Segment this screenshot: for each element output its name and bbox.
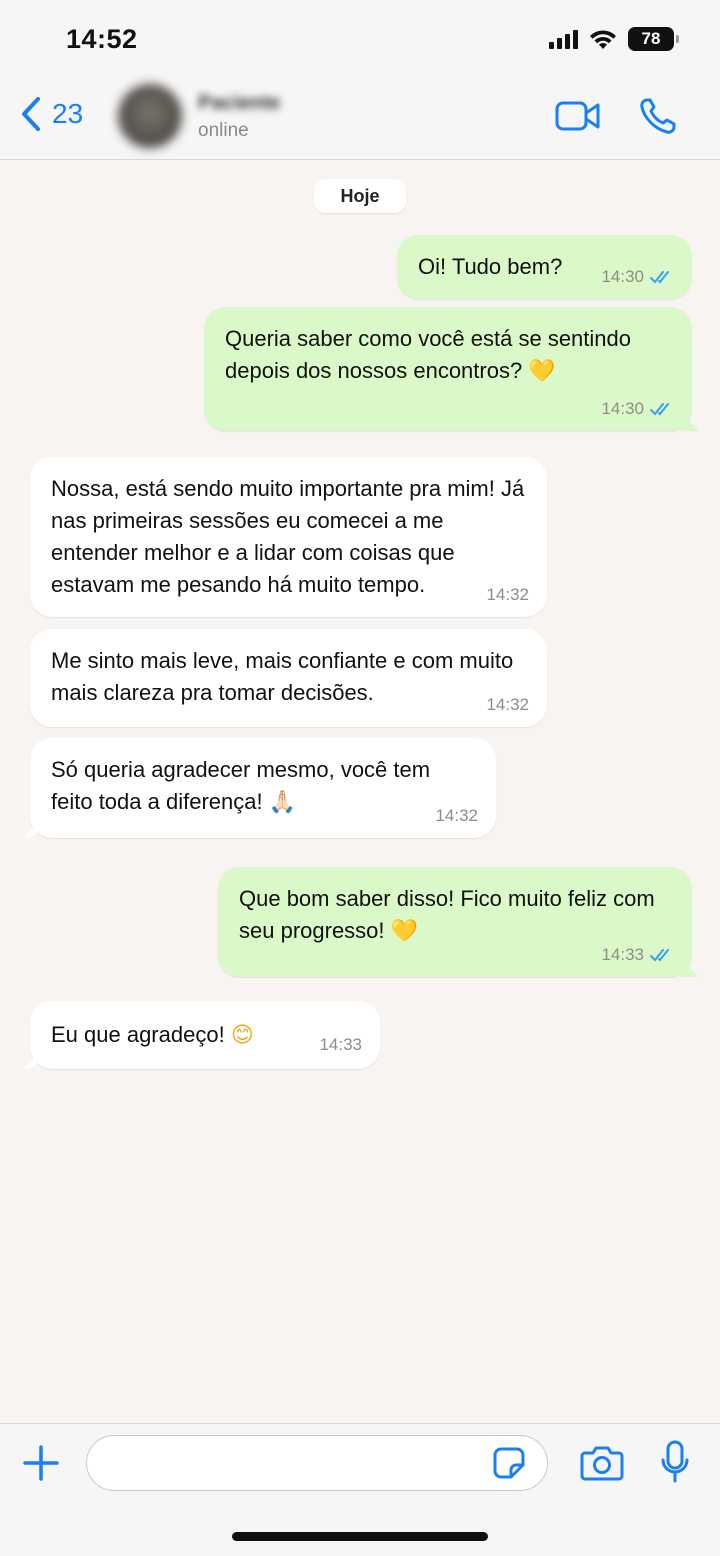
contact-name[interactable]: Paciente bbox=[198, 92, 280, 115]
message-text: Que bom saber disso! Fico muito feliz co… bbox=[239, 886, 655, 943]
date-separator: Hoje bbox=[314, 179, 406, 213]
message-time: 14:33 bbox=[601, 945, 644, 964]
message-meta: 14:30 bbox=[601, 267, 674, 287]
avatar[interactable] bbox=[118, 84, 182, 148]
home-indicator[interactable] bbox=[232, 1532, 488, 1541]
battery-icon: 78 bbox=[628, 27, 679, 51]
message-text: Eu que agradeço! bbox=[51, 1022, 225, 1047]
message-bubble-outgoing[interactable]: Oi! Tudo bem? 14:30 bbox=[397, 235, 692, 299]
message-text: Nossa, está sendo muito importante pra m… bbox=[51, 476, 525, 597]
message-bubble-outgoing[interactable]: Que bom saber disso! Fico muito feliz co… bbox=[218, 867, 692, 977]
read-receipt-icon bbox=[650, 271, 669, 284]
folded-hands-emoji: 🙏🏻 bbox=[268, 790, 297, 815]
message-time: 14:32 bbox=[435, 806, 478, 825]
message-meta: 14:33 bbox=[601, 945, 674, 965]
sticker-icon[interactable] bbox=[492, 1446, 526, 1480]
back-button[interactable]: 23 bbox=[20, 96, 83, 132]
camera-icon[interactable] bbox=[580, 1445, 624, 1481]
wifi-icon bbox=[590, 30, 616, 49]
plus-icon[interactable] bbox=[22, 1444, 60, 1482]
message-time: 14:32 bbox=[486, 695, 529, 714]
message-meta: 14:33 bbox=[319, 1035, 362, 1055]
status-time: 14:52 bbox=[66, 24, 138, 54]
microphone-icon[interactable] bbox=[660, 1440, 690, 1484]
chat-area[interactable]: Hoje Oi! Tudo bem? 14:30 Queria saber co… bbox=[0, 161, 720, 1423]
message-input[interactable] bbox=[86, 1435, 548, 1491]
read-receipt-icon bbox=[650, 403, 669, 416]
chevron-left-icon bbox=[22, 97, 40, 131]
message-bubble-incoming[interactable]: Eu que agradeço! 😊 14:33 bbox=[30, 1001, 380, 1069]
message-text: Queria saber como você está se sentindo … bbox=[225, 326, 632, 383]
cellular-signal-icon bbox=[549, 29, 578, 49]
message-meta: 14:32 bbox=[435, 806, 478, 826]
message-bubble-outgoing[interactable]: Queria saber como você está se sentindo … bbox=[204, 307, 692, 431]
chat-header: 23 Paciente online bbox=[0, 80, 720, 160]
message-text: Só queria agradecer mesmo, você tem feit… bbox=[51, 757, 431, 814]
status-bar: 14:52 78 bbox=[0, 0, 720, 80]
contact-status: online bbox=[198, 120, 249, 141]
message-time: 14:33 bbox=[319, 1035, 362, 1054]
yellow-heart-emoji: 💛 bbox=[390, 919, 419, 944]
message-bubble-incoming[interactable]: Só queria agradecer mesmo, você tem feit… bbox=[30, 738, 496, 838]
phone-call-icon[interactable] bbox=[638, 96, 678, 136]
smiling-face-emoji: 😊 bbox=[230, 1023, 254, 1048]
read-receipt-icon bbox=[650, 949, 669, 962]
message-bubble-incoming[interactable]: Me sinto mais leve, mais confiante e com… bbox=[30, 629, 547, 727]
status-icons: 78 bbox=[549, 27, 679, 51]
message-bubble-incoming[interactable]: Nossa, está sendo muito importante pra m… bbox=[30, 457, 547, 617]
yellow-heart-emoji: 💛 bbox=[528, 359, 556, 384]
unread-count: 23 bbox=[52, 98, 84, 129]
message-text: Oi! Tudo bem? bbox=[418, 254, 563, 279]
message-text: Me sinto mais leve, mais confiante e com… bbox=[51, 648, 514, 705]
message-time: 14:32 bbox=[486, 585, 529, 604]
message-time: 14:30 bbox=[601, 399, 644, 418]
message-meta: 14:32 bbox=[486, 585, 529, 605]
message-meta: 14:30 bbox=[601, 399, 674, 419]
message-meta: 14:32 bbox=[486, 695, 529, 715]
video-call-icon[interactable] bbox=[555, 100, 601, 132]
message-time: 14:30 bbox=[601, 267, 644, 286]
